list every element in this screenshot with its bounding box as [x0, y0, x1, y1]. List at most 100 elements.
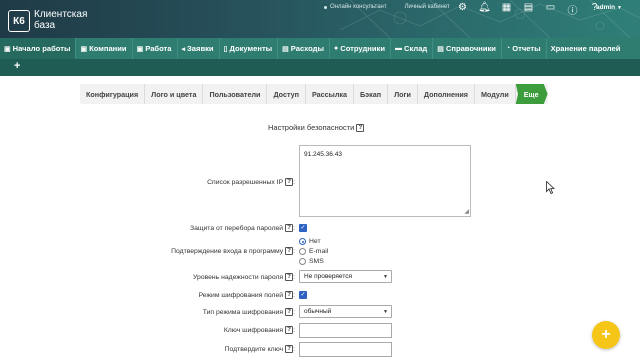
nav-item-passwords[interactable]: Хранение паролей	[547, 38, 626, 59]
briefcase-icon: ▣	[136, 45, 144, 53]
section-title: Настройки безопасности?	[268, 123, 365, 133]
encryption-key-input[interactable]	[299, 323, 392, 338]
nav-item-requests[interactable]: ◂ Заявки	[178, 38, 220, 59]
password-strength-select[interactable]: Не проверяется ▼	[299, 270, 392, 283]
truck-icon: ▬	[395, 45, 402, 52]
radio-label: Нет	[309, 238, 321, 245]
personal-cabinet-link[interactable]: Личный кабинет	[405, 4, 450, 10]
chart-icon: ◔	[505, 45, 511, 52]
gear-icon[interactable]: ⚙	[456, 2, 469, 17]
online-consultant-link[interactable]: Онлайн консультант	[324, 4, 387, 10]
allowed-ip-label-text: Список разрешенных IP	[207, 178, 284, 186]
nav-item-expenses[interactable]: ▤ Расходы	[278, 38, 330, 59]
dot-icon	[324, 5, 327, 9]
nav-label: Документы	[229, 44, 273, 53]
calendar-icon[interactable]: ▤	[522, 2, 535, 17]
top-links: Онлайн консультант Личный кабинет	[324, 4, 450, 10]
people-icon: ●	[333, 45, 339, 52]
encryption-type-label-text: Тип режима шифрования	[202, 308, 284, 316]
logo-line2: база	[34, 20, 56, 31]
logo-text[interactable]: Клиентская база	[34, 9, 87, 31]
help-icon[interactable]: ?	[285, 326, 294, 334]
top-header: К6 Клиентская база Онлайн консультант Ли…	[0, 0, 640, 38]
login-confirm-option-no[interactable]: Нет	[299, 238, 321, 245]
chevron-down-icon: ▼	[383, 274, 388, 280]
add-button[interactable]: +	[14, 60, 20, 72]
brute-force-checkbox[interactable]: ✓	[299, 224, 307, 232]
tab-addons[interactable]: Дополнения	[418, 84, 475, 104]
nav-item-work[interactable]: ▣ Работа	[133, 38, 178, 59]
password-strength-label: Уровень надежности пароля?:	[193, 273, 295, 281]
settings-tabs: Конфигурация Лого и цвета Пользователи Д…	[80, 84, 548, 104]
tab-configuration[interactable]: Конфигурация	[80, 84, 146, 104]
nav-label: Заявки	[187, 44, 214, 53]
nav-label: Хранение паролей	[550, 44, 621, 53]
radio-button[interactable]	[299, 258, 306, 265]
help-icon[interactable]: ?	[285, 273, 294, 281]
encryption-key-label: Ключ шифрования?:	[223, 326, 295, 334]
chevron-down-icon: ▼	[383, 309, 388, 315]
bell-icon[interactable]: 🔔︎	[478, 2, 491, 17]
help-icon[interactable]: ?	[285, 178, 294, 186]
sub-nav: +	[0, 59, 640, 76]
tab-logs[interactable]: Логи	[388, 84, 418, 104]
nav-item-start[interactable]: ▣ Начало работы	[0, 38, 77, 59]
nav-label: Склад	[404, 44, 428, 53]
tab-users[interactable]: Пользователи	[203, 84, 268, 104]
nav-item-directories[interactable]: ▤ Справочники	[433, 38, 502, 59]
nav-label: Сотрудники	[340, 44, 385, 53]
help-icon[interactable]: ?	[285, 345, 294, 353]
encryption-key-label-text: Ключ шифрования	[223, 326, 284, 334]
help-icon[interactable]: ?	[285, 247, 294, 255]
nav-label: Справочники	[445, 44, 496, 53]
nav-item-companies[interactable]: ▣ Компании	[76, 38, 133, 59]
expenses-icon: ▤	[282, 45, 289, 53]
radio-button[interactable]	[299, 238, 306, 245]
radio-button[interactable]	[299, 248, 306, 255]
section-title-text: Настройки безопасности	[268, 123, 355, 132]
encryption-type-select[interactable]: обычный ▼	[299, 305, 392, 318]
login-confirm-option-email[interactable]: E-mail	[299, 248, 328, 255]
help-icon[interactable]: ?	[285, 224, 294, 232]
logo-mark[interactable]: К6	[8, 10, 30, 32]
resize-handle-icon[interactable]: ◢	[464, 208, 469, 215]
allowed-ip-value: 91.245.36.43	[304, 151, 342, 158]
grid-icon[interactable]: ▦	[500, 2, 513, 17]
nav-item-documents[interactable]: ▯ Документы	[220, 38, 279, 59]
allowed-ip-textarea[interactable]: 91.245.36.43 ◢	[299, 145, 471, 217]
field-encryption-label: Режим шифрования полей?:	[198, 291, 295, 299]
user-name: admin	[596, 4, 616, 11]
tab-backup[interactable]: Бэкап	[354, 84, 389, 104]
main-nav: ▣ Начало работы ▣ Компании ▣ Работа ◂ Заявки…	[0, 38, 640, 59]
add-fab-button[interactable]: +	[592, 321, 620, 349]
user-menu[interactable]: admin ▼	[596, 4, 622, 11]
tab-modules[interactable]: Модули	[475, 84, 516, 104]
select-value: обычный	[304, 308, 332, 315]
nav-item-reports[interactable]: ◔ Отчеты	[502, 38, 547, 59]
info-icon[interactable]: ⓘ	[566, 2, 579, 17]
field-encryption-label-text: Режим шифрования полей	[198, 291, 284, 299]
login-confirm-option-sms[interactable]: SMS	[299, 258, 324, 265]
help-icon[interactable]: ?	[356, 124, 365, 133]
card-icon[interactable]: ▭	[544, 2, 557, 17]
nav-label: Расходы	[290, 44, 324, 53]
nav-item-employees[interactable]: ● Сотрудники	[330, 38, 391, 59]
help-icon[interactable]: ?	[285, 291, 294, 299]
confirm-key-input[interactable]	[299, 342, 392, 357]
allowed-ip-label: Список разрешенных IP?:	[207, 178, 295, 186]
online-consultant-label: Онлайн консультант	[330, 4, 387, 10]
tab-access[interactable]: Доступ	[267, 84, 306, 104]
nav-label: Компании	[89, 44, 127, 53]
document-icon: ▯	[223, 45, 228, 53]
tab-logo-colors[interactable]: Лого и цвета	[145, 84, 204, 104]
header-icons: ⚙ 🔔︎ ▦ ▤ ▭ ⓘ ?	[456, 2, 601, 17]
tab-more[interactable]: Еще	[515, 84, 548, 104]
password-strength-label-text: Уровень надежности пароля	[193, 273, 284, 281]
encryption-type-label: Тип режима шифрования?:	[202, 308, 295, 316]
help-icon[interactable]: ?	[285, 308, 294, 316]
tab-mailing[interactable]: Рассылка	[306, 84, 354, 104]
home-icon: ▣	[4, 45, 11, 53]
nav-item-warehouse[interactable]: ▬ Склад	[391, 38, 434, 59]
field-encryption-checkbox[interactable]: ✓	[299, 291, 307, 299]
login-confirm-label-text: Подтверждение входа в программу	[171, 247, 284, 255]
